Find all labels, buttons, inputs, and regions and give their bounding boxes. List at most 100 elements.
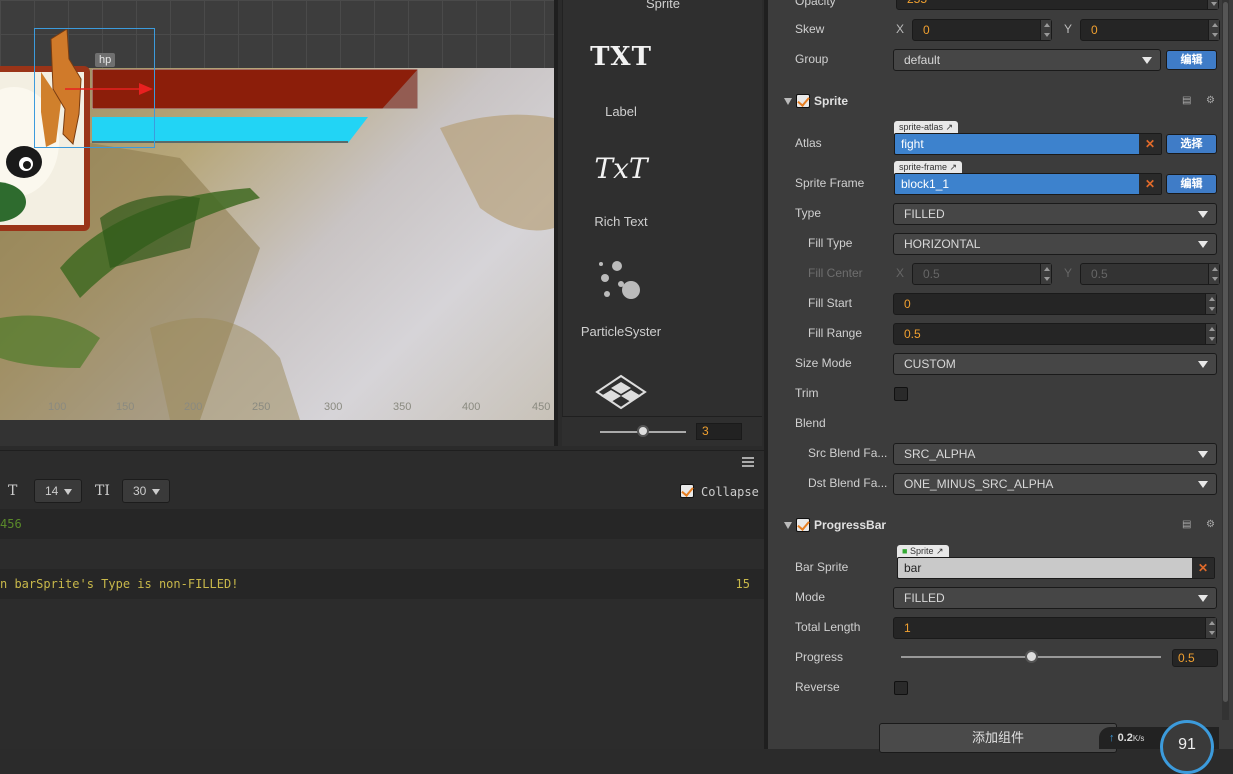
inspector-scrollbar[interactable]: [1222, 0, 1229, 720]
line-height-value: 30: [133, 484, 147, 498]
collapse-label: Collapse: [701, 485, 759, 499]
sprite-section-title: Sprite: [814, 94, 849, 108]
opacity-label: Opacity: [795, 0, 836, 8]
trim-checkbox[interactable]: [894, 387, 908, 401]
scene-footer: [0, 420, 558, 446]
text-icon: TXT: [590, 42, 652, 72]
atlas-choose-button[interactable]: 选择: [1166, 134, 1217, 154]
book-icon[interactable]: ▤: [1182, 96, 1192, 106]
collapse-checkbox[interactable]: [680, 484, 694, 498]
skew-y-label: Y: [1064, 22, 1073, 36]
skew-x-value: 0: [923, 23, 930, 37]
sprite-node-icon: ■: [902, 546, 908, 556]
bar-sprite-node-field[interactable]: bar ✕: [897, 557, 1215, 579]
log-row-warning[interactable]: n barSprite's Type is non-FILLED! 15: [0, 569, 764, 599]
ruler-tick: 350: [393, 401, 412, 413]
fill-center-y-label: Y: [1064, 266, 1073, 280]
opacity-value: 255: [907, 0, 927, 6]
sprite-frame-edit-button[interactable]: 编辑: [1166, 174, 1217, 194]
console-toolbar: T 14 TI 30 Collapse: [0, 473, 764, 509]
external-link-icon[interactable]: ↗: [936, 546, 944, 556]
sprite-frame-value: block1_1: [901, 177, 950, 191]
panel-menu-icon[interactable]: [742, 457, 754, 467]
gear-icon[interactable]: ⚙: [1206, 520, 1216, 530]
external-link-icon[interactable]: ↗: [946, 122, 954, 132]
asset-type-text: sprite-frame: [899, 162, 948, 172]
font-size-select[interactable]: 14: [34, 479, 82, 503]
rich-text-icon: TxT: [594, 152, 648, 185]
book-icon[interactable]: ▤: [1182, 520, 1192, 530]
external-link-icon[interactable]: ↗: [950, 162, 958, 172]
type-value: FILLED: [904, 207, 945, 221]
palette-item-label: Label: [605, 104, 637, 119]
chevron-down-icon: [1198, 211, 1208, 218]
progress-slider-handle[interactable]: [1025, 650, 1038, 663]
mode-select[interactable]: FILLED: [893, 587, 1217, 609]
progress-input[interactable]: 0.5: [1172, 649, 1218, 667]
clear-icon[interactable]: ✕: [1192, 558, 1214, 578]
fill-range-value: 0.5: [904, 327, 921, 341]
progressbar-section-header[interactable]: ProgressBar ▤ ⚙: [782, 514, 1222, 538]
font-size-value: 14: [45, 484, 59, 498]
clear-icon[interactable]: ✕: [1139, 174, 1161, 194]
ruler-tick: 100: [48, 401, 67, 413]
ruler-tick: 400: [462, 401, 481, 413]
chevron-down-icon: [1198, 241, 1208, 248]
particle-icon: [599, 261, 640, 299]
gear-icon[interactable]: ⚙: [1206, 96, 1216, 106]
sprite-section-header[interactable]: Sprite ▤ ⚙: [782, 90, 1222, 114]
log-text: 456: [0, 517, 22, 531]
collapse-triangle-icon[interactable]: [784, 522, 792, 529]
zoom-input[interactable]: 3: [696, 423, 742, 440]
fill-range-input[interactable]: 0.5: [893, 323, 1217, 345]
performance-gauge[interactable]: 91: [1160, 720, 1214, 774]
size-mode-select[interactable]: CUSTOM: [893, 353, 1217, 375]
fill-start-value: 0: [904, 297, 911, 311]
size-mode-label: Size Mode: [795, 356, 852, 370]
skew-label: Skew: [795, 22, 825, 36]
zoom-slider-handle[interactable]: [637, 425, 649, 437]
reverse-checkbox[interactable]: [894, 681, 908, 695]
type-select[interactable]: FILLED: [893, 203, 1217, 225]
fill-center-x-input: 0.5: [912, 263, 1052, 285]
atlas-asset-field[interactable]: fight ✕: [894, 133, 1162, 155]
chevron-down-icon: [1198, 595, 1208, 602]
move-arrow-x-head[interactable]: [139, 83, 153, 95]
line-height-select[interactable]: 30: [122, 479, 170, 503]
fill-start-label: Fill Start: [808, 296, 853, 310]
collapse-triangle-icon[interactable]: [784, 98, 792, 105]
sprite-enabled-checkbox[interactable]: [796, 94, 810, 108]
scene-view[interactable]: hp 100 150 200 250 300 350 400 450: [0, 0, 554, 420]
src-blend-select[interactable]: SRC_ALPHA: [893, 443, 1217, 465]
group-label: Group: [795, 52, 829, 66]
progress-value: 0.5: [1178, 651, 1195, 665]
line-height-icon: TI: [95, 483, 110, 499]
fill-center-x-label: X: [896, 266, 905, 280]
chevron-down-icon: [152, 489, 160, 495]
ruler-tick: 200: [184, 401, 203, 413]
fill-start-input[interactable]: 0: [893, 293, 1217, 315]
sprite-frame-asset-field[interactable]: block1_1 ✕: [894, 173, 1162, 195]
tiledmap-icon: [595, 374, 647, 410]
total-length-input[interactable]: 1: [893, 617, 1217, 639]
group-edit-button[interactable]: 编辑: [1166, 50, 1217, 70]
bar-sprite-label: Bar Sprite: [795, 560, 849, 574]
fill-type-select[interactable]: HORIZONTAL: [893, 233, 1217, 255]
log-row[interactable]: [0, 539, 764, 569]
type-label: Type: [795, 206, 822, 220]
skew-y-input[interactable]: 0: [1080, 19, 1220, 41]
opacity-input[interactable]: 255: [896, 0, 1219, 10]
size-mode-value: CUSTOM: [904, 357, 956, 371]
reverse-label: Reverse: [795, 680, 840, 694]
skew-x-input[interactable]: 0: [912, 19, 1052, 41]
ruler-tick: 150: [116, 401, 135, 413]
fill-center-label: Fill Center: [808, 266, 863, 280]
palette-item-label: ParticleSyster: [580, 324, 662, 339]
selection-gizmo[interactable]: [34, 28, 155, 148]
log-row[interactable]: 456: [0, 509, 764, 539]
group-select[interactable]: default: [893, 49, 1161, 71]
progressbar-enabled-checkbox[interactable]: [796, 518, 810, 532]
total-length-value: 1: [904, 621, 911, 635]
dst-blend-select[interactable]: ONE_MINUS_SRC_ALPHA: [893, 473, 1217, 495]
clear-icon[interactable]: ✕: [1139, 134, 1161, 154]
